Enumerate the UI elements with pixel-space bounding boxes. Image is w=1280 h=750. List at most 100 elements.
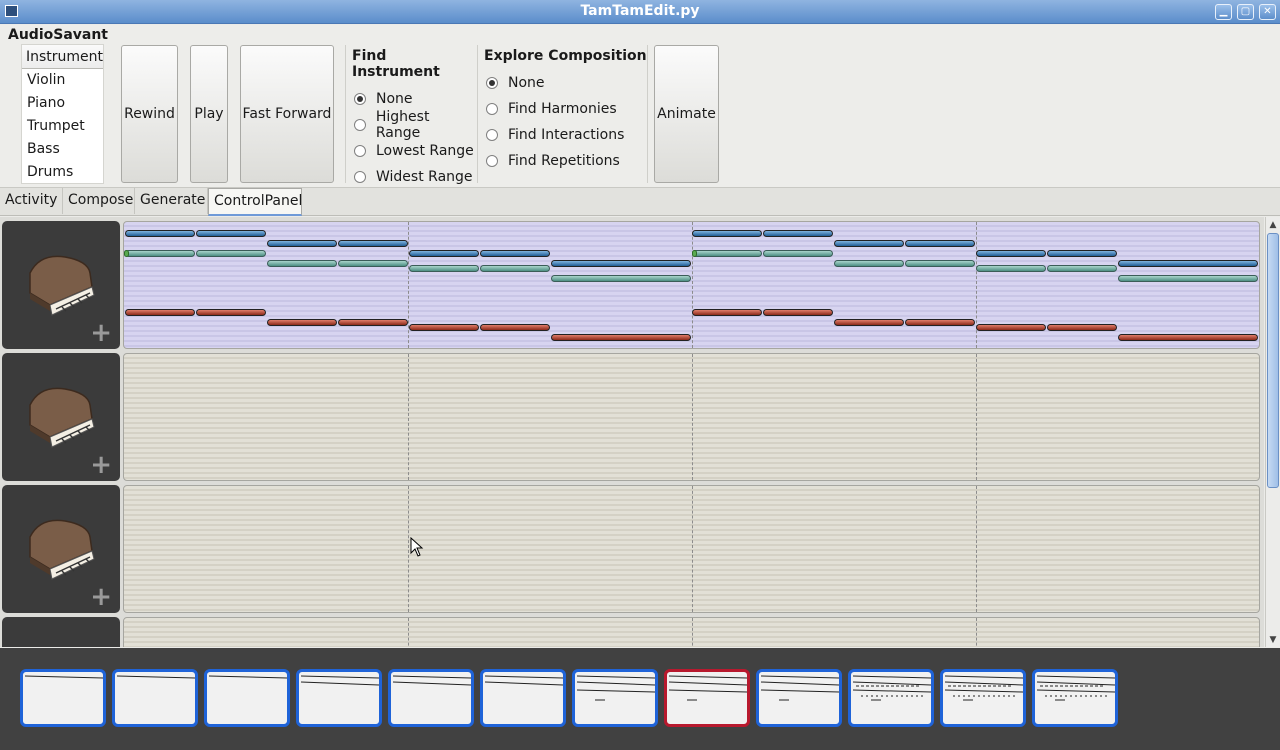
track-grid[interactable] — [123, 617, 1260, 647]
note-block[interactable] — [551, 334, 691, 341]
note-block[interactable] — [125, 309, 195, 316]
page-thumbnail[interactable] — [204, 669, 290, 727]
note-block[interactable] — [1047, 265, 1117, 272]
note-block[interactable] — [338, 319, 408, 326]
find-instrument-option-lowest-range[interactable]: Lowest Range — [346, 138, 477, 164]
page-thumbnail[interactable] — [848, 669, 934, 727]
instrument-list-header[interactable]: Instrument — [22, 45, 103, 69]
radio-icon[interactable] — [486, 103, 498, 115]
note-block[interactable] — [834, 260, 904, 267]
scroll-up-icon[interactable]: ▲ — [1266, 218, 1280, 232]
rewind-button[interactable]: Rewind — [121, 45, 178, 183]
note-block[interactable] — [905, 319, 975, 326]
note-block[interactable] — [267, 319, 337, 326]
note-block[interactable] — [1118, 260, 1258, 267]
note-block[interactable] — [763, 230, 833, 237]
page-thumbnail[interactable] — [480, 669, 566, 727]
tab-compose[interactable]: Compose — [63, 188, 135, 214]
note-block[interactable] — [551, 275, 691, 282]
instrument-list[interactable]: Instrument Violin Piano Trumpet Bass Dru… — [21, 44, 104, 184]
find-instrument-option-widest-range[interactable]: Widest Range — [346, 164, 477, 190]
track-grid[interactable] — [123, 353, 1260, 481]
fast-forward-button[interactable]: Fast Forward — [240, 45, 334, 183]
note-block[interactable] — [692, 230, 762, 237]
tab-activity[interactable]: Activity — [0, 188, 63, 214]
note-block[interactable] — [196, 309, 266, 316]
note-block[interactable] — [125, 250, 195, 257]
instrument-item-drums[interactable]: Drums — [22, 161, 103, 184]
note-block[interactable] — [267, 240, 337, 247]
animate-button[interactable]: Animate — [654, 45, 719, 183]
note-block[interactable] — [905, 260, 975, 267]
note-block[interactable] — [1047, 250, 1117, 257]
radio-selected-icon[interactable] — [486, 77, 498, 89]
note-block[interactable] — [338, 240, 408, 247]
note-block[interactable] — [692, 250, 762, 257]
note-block[interactable] — [196, 250, 266, 257]
radio-icon[interactable] — [486, 129, 498, 141]
explore-option-find-interactions[interactable]: Find Interactions — [478, 122, 647, 148]
page-thumbnail[interactable] — [20, 669, 106, 727]
page-thumbnail[interactable] — [572, 669, 658, 727]
tab-generate[interactable]: Generate — [135, 188, 208, 214]
instrument-item-piano[interactable]: Piano — [22, 92, 103, 115]
note-block[interactable] — [1118, 275, 1258, 282]
note-block[interactable] — [480, 265, 550, 272]
page-thumbnail[interactable] — [940, 669, 1026, 727]
play-button[interactable]: Play — [190, 45, 228, 183]
scrollbar-thumb[interactable] — [1267, 233, 1279, 488]
instrument-button[interactable]: + — [2, 353, 120, 481]
note-block[interactable] — [551, 260, 691, 267]
note-block[interactable] — [905, 240, 975, 247]
radio-selected-icon[interactable] — [354, 93, 366, 105]
page-thumbnail[interactable] — [296, 669, 382, 727]
plus-icon[interactable]: + — [90, 320, 112, 346]
note-block[interactable] — [267, 260, 337, 267]
note-block[interactable] — [196, 230, 266, 237]
maximize-icon[interactable]: ▢ — [1237, 4, 1254, 20]
scroll-down-icon[interactable]: ▼ — [1266, 633, 1280, 647]
find-instrument-option-highest-range[interactable]: Highest Range — [346, 109, 477, 141]
note-block[interactable] — [834, 240, 904, 247]
track-grid[interactable] — [123, 485, 1260, 613]
note-block[interactable] — [763, 250, 833, 257]
note-block[interactable] — [1118, 334, 1258, 341]
note-block[interactable] — [763, 309, 833, 316]
tab-controlpanel[interactable]: ControlPanel — [208, 188, 302, 216]
note-block[interactable] — [692, 309, 762, 316]
radio-icon[interactable] — [354, 171, 366, 183]
note-block[interactable] — [409, 265, 479, 272]
instrument-item-bass[interactable]: Bass — [22, 138, 103, 161]
page-thumbnail[interactable] — [664, 669, 750, 727]
note-block[interactable] — [976, 250, 1046, 257]
vertical-scrollbar[interactable]: ▲ ▼ — [1265, 217, 1280, 647]
note-block[interactable] — [480, 324, 550, 331]
explore-option-find-repetitions[interactable]: Find Repetitions — [478, 148, 647, 174]
note-block[interactable] — [1047, 324, 1117, 331]
note-block[interactable] — [976, 324, 1046, 331]
plus-icon[interactable]: + — [90, 584, 112, 610]
page-thumbnail[interactable] — [112, 669, 198, 727]
close-icon[interactable]: ✕ — [1259, 4, 1276, 20]
instrument-button[interactable]: + — [2, 485, 120, 613]
plus-icon[interactable]: + — [90, 452, 112, 478]
instrument-button[interactable]: + — [2, 221, 120, 349]
instrument-button[interactable]: + — [2, 617, 120, 647]
radio-icon[interactable] — [354, 119, 366, 131]
note-block[interactable] — [409, 324, 479, 331]
track-grid[interactable] — [123, 221, 1260, 349]
radio-icon[interactable] — [486, 155, 498, 167]
note-block[interactable] — [480, 250, 550, 257]
instrument-item-trumpet[interactable]: Trumpet — [22, 115, 103, 138]
radio-icon[interactable] — [354, 145, 366, 157]
note-block[interactable] — [834, 319, 904, 326]
explore-option-none[interactable]: None — [478, 70, 647, 96]
instrument-item-violin[interactable]: Violin — [22, 69, 103, 92]
note-block[interactable] — [976, 265, 1046, 272]
page-thumbnail[interactable] — [1032, 669, 1118, 727]
minimize-icon[interactable]: ▁ — [1215, 4, 1232, 20]
note-block[interactable] — [338, 260, 408, 267]
page-thumbnail[interactable] — [388, 669, 474, 727]
explore-option-find-harmonies[interactable]: Find Harmonies — [478, 96, 647, 122]
note-block[interactable] — [409, 250, 479, 257]
